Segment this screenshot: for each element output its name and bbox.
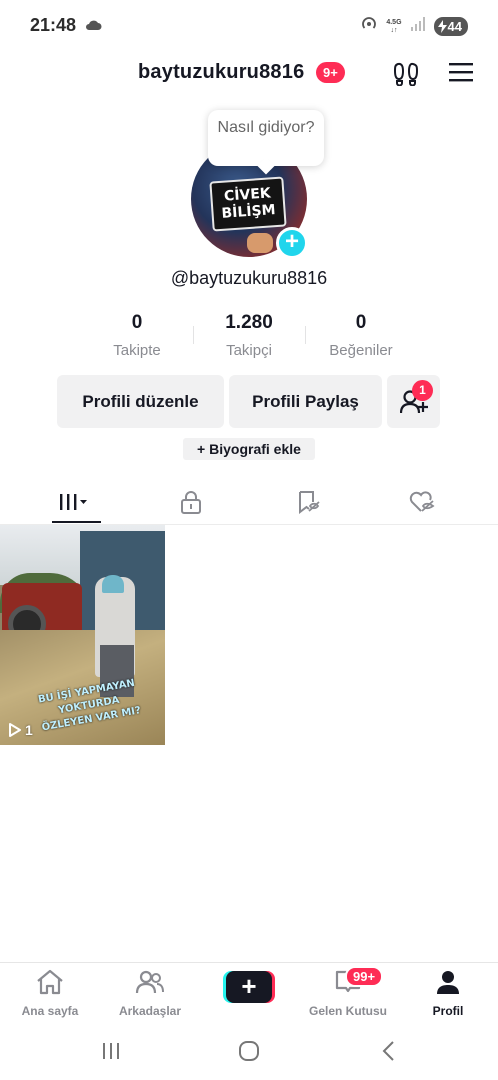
- avatar-sign: CİVEK BİLİŞM: [209, 176, 287, 232]
- menu-icon[interactable]: [449, 62, 473, 87]
- stat-value: 0: [355, 312, 367, 333]
- status-time: 21:48: [30, 15, 77, 35]
- nav-friends[interactable]: Arkadaşlar: [100, 969, 200, 1018]
- videos-grid-icon: [60, 494, 87, 510]
- cloud-icon: [85, 18, 102, 36]
- stat-likes[interactable]: 0 Beğeniler: [306, 312, 416, 359]
- status-indicators: 4.5G ↓↑ 44: [360, 15, 468, 38]
- nav-friends-label: Arkadaşlar: [118, 1004, 182, 1018]
- nav-profile-label: Profil: [432, 1004, 464, 1018]
- profile-tabs: [0, 480, 498, 525]
- tab-private[interactable]: [129, 480, 253, 524]
- profile-stats: 0 Takipte 1.280 Takipçi 0 Beğeniler: [0, 312, 498, 362]
- saved-icon: [299, 491, 320, 514]
- play-icon: [9, 723, 21, 737]
- tab-liked[interactable]: [360, 480, 484, 524]
- network-type: 4.5G ↓↑: [386, 18, 402, 34]
- add-avatar-button[interactable]: +: [276, 227, 308, 259]
- home-icon: [37, 969, 63, 995]
- stat-label: Takipte: [113, 342, 161, 359]
- create-button[interactable]: +: [223, 971, 275, 1003]
- nav-profile[interactable]: Profil: [398, 969, 498, 1018]
- add-bio-button[interactable]: + Biyografi ekle: [183, 438, 315, 460]
- stat-followers[interactable]: 1.280 Takipçi: [194, 312, 304, 359]
- lock-icon: [181, 491, 201, 514]
- battery-indicator: 44: [433, 17, 468, 36]
- video-view-count: 1: [8, 722, 33, 738]
- add-friends-button[interactable]: 1: [387, 375, 440, 428]
- nav-home[interactable]: Ana sayfa: [0, 969, 100, 1018]
- nav-home-label: Ana sayfa: [21, 1004, 79, 1018]
- stat-label: Beğeniler: [329, 342, 393, 359]
- stat-value: 0: [131, 312, 143, 333]
- tab-videos[interactable]: [14, 480, 138, 524]
- tab-saved[interactable]: [246, 480, 370, 524]
- notification-badge: 9+: [316, 62, 345, 83]
- active-tab-indicator: [52, 521, 101, 523]
- tooltip-text: Nasıl gidiyor?: [217, 119, 315, 136]
- video-scene-cap: [102, 575, 124, 593]
- avatar-tooltip[interactable]: Nasıl gidiyor?: [208, 110, 324, 175]
- home-button-icon[interactable]: [238, 1040, 260, 1067]
- recent-apps-icon[interactable]: [100, 1040, 122, 1067]
- friends-icon: [135, 970, 164, 994]
- stat-following[interactable]: 0 Takipte: [82, 312, 192, 359]
- status-bar: 21:48 4.5G ↓↑ 44: [0, 0, 498, 52]
- account-switcher[interactable]: baytuzukuru8816: [138, 61, 304, 84]
- nav-inbox-label: Gelen Kutusu: [308, 1004, 387, 1018]
- stat-value: 1.280: [225, 312, 273, 333]
- video-thumbnail[interactable]: BU İŞİ YAPMAYAN YOKTURDA ÖZLEYEN VAR MI?…: [0, 525, 165, 745]
- avatar-sign-line2: BİLİŞM: [221, 202, 277, 222]
- plus-icon: +: [226, 971, 272, 1003]
- hotspot-icon: [360, 15, 378, 38]
- back-icon[interactable]: [378, 1040, 400, 1067]
- edit-profile-button[interactable]: Profili düzenle: [57, 375, 224, 428]
- charging-icon: [437, 20, 447, 33]
- friend-request-badge: 1: [412, 380, 433, 401]
- bottom-navigation: Ana sayfa Arkadaşlar + Gelen Kutusu 99+ …: [0, 962, 498, 1022]
- profile-header: baytuzukuru8816 9+: [0, 52, 498, 96]
- profile-handle: @baytuzukuru8816: [170, 268, 328, 288]
- stat-label: Takipçi: [226, 342, 272, 359]
- share-profile-button[interactable]: Profili Paylaş: [229, 375, 382, 428]
- inbox-badge: 99+: [345, 966, 384, 987]
- system-navigation-bar: [0, 1030, 498, 1080]
- signal-icon: [410, 17, 426, 36]
- video-views-value: 1: [25, 722, 33, 738]
- footprint-icon[interactable]: [393, 60, 419, 91]
- liked-icon: [409, 491, 435, 512]
- avatar-hand: [247, 233, 273, 253]
- profile-icon: [437, 971, 459, 994]
